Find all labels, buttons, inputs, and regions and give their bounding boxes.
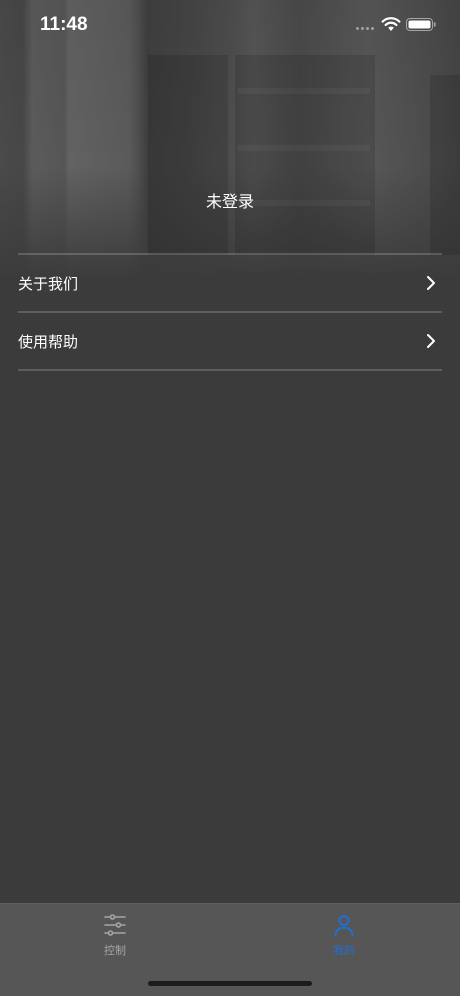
- tab-mine[interactable]: 我的: [294, 912, 394, 964]
- settings-menu: 关于我们 使用帮助: [18, 253, 442, 371]
- chevron-right-icon: [427, 334, 435, 348]
- person-icon: [334, 915, 354, 936]
- cellular-signal-icon: [356, 26, 376, 31]
- menu-item-label: 使用帮助: [18, 332, 79, 351]
- menu-item-label: 关于我们: [18, 274, 79, 293]
- screen: 11:48 未登录 关于我们 使用帮助 控制 我的: [0, 0, 460, 996]
- sliders-icon: [104, 914, 126, 936]
- login-status-button[interactable]: 未登录: [0, 188, 460, 212]
- menu-divider: [18, 369, 442, 371]
- status-bar: 11:48: [0, 0, 460, 50]
- tab-label: 我的: [333, 944, 355, 957]
- tab-label: 控制: [104, 944, 126, 957]
- chevron-right-icon: [427, 276, 435, 290]
- menu-item-about-us[interactable]: 关于我们: [18, 255, 442, 311]
- wifi-icon: [381, 17, 401, 31]
- home-indicator[interactable]: [148, 981, 312, 986]
- status-time: 11:48: [40, 14, 88, 35]
- menu-item-help[interactable]: 使用帮助: [18, 313, 442, 369]
- tab-control[interactable]: 控制: [65, 912, 165, 964]
- battery-icon: [406, 18, 436, 31]
